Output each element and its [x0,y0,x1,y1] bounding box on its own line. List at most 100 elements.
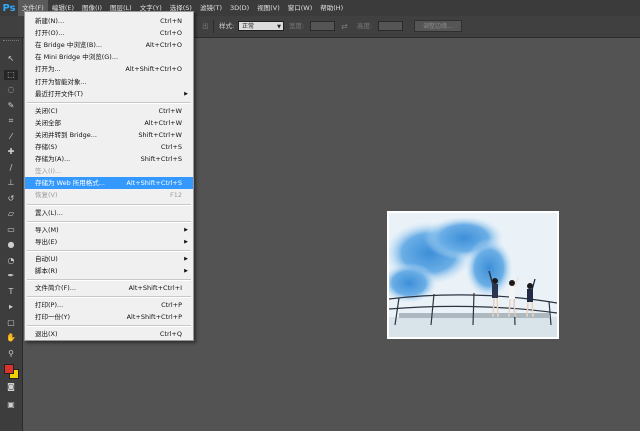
eyedropper-icon[interactable]: ⁄ [4,132,18,142]
file-menu-item-shortcut: Shift+Ctrl+S [140,155,182,164]
file-menu-item[interactable]: 打开(O)... Ctrl+O [25,27,193,39]
eraser-icon[interactable]: ▱ [4,209,18,219]
foreground-color-swatch[interactable] [4,364,14,374]
quick-mask-icon[interactable]: ◙ [4,382,18,392]
file-menu-item[interactable]: 自动(U) ▶ [25,253,193,265]
width-input[interactable] [310,21,335,31]
panel-grip[interactable] [3,40,19,43]
file-menu-item[interactable]: 脚本(R) ▶ [25,265,193,277]
submenu-arrow-icon: ▶ [184,255,188,262]
file-menu-item-shortcut: Ctrl+S [160,143,182,151]
menu-item-7[interactable]: 3D(D) [226,0,253,16]
file-menu-item-label: 存储为 Web 所用格式... [35,179,106,188]
hand-icon[interactable]: ✋ [4,333,18,343]
photo-image [389,213,557,337]
file-menu-item[interactable]: 文件简介(F)... Alt+Shift+Ctrl+I [25,282,193,294]
file-menu-item-label: 新建(N)... [35,17,65,25]
file-menu-item-label: 关闭并转到 Bridge... [35,130,97,139]
file-menu-item-label: 打印一份(Y) [35,313,71,322]
file-menu-item-shortcut: Ctrl+W [158,106,182,115]
blur-icon[interactable]: ● [4,240,18,250]
style-select[interactable]: 正常 ▼ [238,21,284,31]
photo-svg [389,213,557,337]
stamp-icon[interactable]: ⊥ [4,178,18,188]
file-menu-item[interactable]: 签入(I)... [25,165,193,177]
file-menu-item-shortcut: Shift+Ctrl+W [138,130,182,139]
file-menu-item-shortcut: Alt+Shift+Ctrl+S [126,179,182,188]
file-menu-item[interactable]: 在 Mini Bridge 中浏览(G)... [25,51,193,63]
file-menu-item[interactable]: 存储为 Web 所用格式... Alt+Shift+Ctrl+S [25,177,193,190]
menu-item-8[interactable]: 视图(V) [253,0,284,16]
zoom-icon[interactable]: ⚲ [4,349,18,359]
path-select-icon[interactable]: ▸ [4,302,18,312]
menu-item-10[interactable]: 帮助(H) [316,0,347,16]
file-menu-item[interactable]: 导出(E) ▶ [25,236,193,248]
file-menu-item-label: 文件简介(F)... [35,284,77,292]
file-menu-item-label: 在 Mini Bridge 中浏览(G)... [35,53,119,62]
file-menu-item-shortcut: Ctrl+O [159,29,182,38]
screen-mode-icon[interactable]: ▣ [4,400,18,410]
file-menu-item[interactable]: 新建(N)... Ctrl+N [25,15,193,27]
file-menu-item-shortcut: Ctrl+N [160,17,182,25]
document-canvas[interactable] [387,211,559,339]
file-menu-item[interactable]: 最近打开文件(T) ▶ [25,88,193,100]
style-label: 样式: [219,22,235,30]
type-icon[interactable]: T [4,287,18,297]
file-menu-item-label: 打开为智能对象... [35,77,87,86]
brush-icon[interactable]: ∕ [4,163,18,173]
submenu-arrow-icon: ▶ [184,267,188,274]
move-icon[interactable]: ↖ [4,54,18,64]
file-menu-item[interactable]: 打开为智能对象... [25,76,193,88]
menu-separator [27,220,191,223]
chevron-down-icon: ▼ [277,24,281,30]
file-menu-item[interactable]: 导入(M) ▶ [25,224,193,236]
file-menu-item[interactable]: 恢复(V) F12 [25,189,193,201]
file-menu-item[interactable]: 打印一份(Y) Alt+Shift+Ctrl+P [25,311,193,323]
file-menu-item[interactable]: 置入(L)... [25,207,193,219]
menu-item-9[interactable]: 窗口(W) [284,0,317,16]
menu-separator [27,325,191,328]
style-select-value: 正常 [242,23,255,30]
menu-item-6[interactable]: 滤镜(T) [196,0,226,16]
history-brush-icon[interactable]: ↺ [4,194,18,204]
file-menu-item[interactable]: 存储(S) Ctrl+S [25,141,193,153]
menu-separator [27,101,191,104]
crop-icon[interactable]: ⌗ [4,116,18,126]
submenu-arrow-icon: ▶ [184,90,188,97]
file-menu-item[interactable]: 关闭全部 Alt+Ctrl+W [25,117,193,129]
quick-select-icon[interactable]: ✎ [4,101,18,111]
options-divider [213,20,214,33]
dodge-icon[interactable]: ◔ [4,256,18,266]
file-menu-item-label: 导入(M) [35,225,59,234]
file-menu-item-label: 自动(U) [35,254,58,263]
submenu-arrow-icon: ▶ [184,226,188,233]
menu-separator [27,279,191,281]
file-menu-item-label: 签入(I)... [35,167,62,176]
file-menu-item-label: 关闭(C) [35,106,58,115]
healing-icon[interactable]: ✚ [4,147,18,157]
file-menu-item[interactable]: 关闭(C) Ctrl+W [25,105,193,117]
width-label: 宽度: [289,22,305,30]
swap-icon[interactable]: ⇄ [341,16,348,37]
file-menu-item-label: 置入(L)... [35,208,63,217]
file-menu-item-label: 打开(O)... [35,29,65,38]
file-menu-item[interactable]: 在 Bridge 中浏览(B)... Alt+Ctrl+O [25,39,193,51]
adjust-edge-button[interactable]: 调整边缘... [414,20,462,32]
file-menu-item-label: 存储(S) [35,143,58,151]
lasso-icon[interactable]: ◌ [4,85,18,95]
file-menu-item[interactable]: 关闭并转到 Bridge... Shift+Ctrl+W [25,129,193,141]
marquee-icon[interactable]: ⬚ [4,69,18,80]
file-menu-item[interactable]: 退出(X) Ctrl+Q [25,328,193,340]
pen-icon[interactable]: ✒ [4,271,18,281]
file-menu-item-label: 导出(E) [35,237,58,246]
file-menu-item[interactable]: 打开为... Alt+Shift+Ctrl+O [25,63,193,75]
shape-icon[interactable]: ▢ [4,318,18,328]
file-menu-item-label: 退出(X) [35,330,58,339]
file-menu-item[interactable]: 存储为(A)... Shift+Ctrl+S [25,153,193,165]
file-menu-item[interactable]: 打印(P)... Ctrl+P [25,299,193,311]
file-menu-item-shortcut: Alt+Shift+Ctrl+I [128,284,182,292]
height-input[interactable] [378,21,403,31]
file-menu-item-label: 在 Bridge 中浏览(B)... [35,41,103,50]
menu-separator [27,203,191,206]
gradient-icon[interactable]: ▭ [4,225,18,235]
